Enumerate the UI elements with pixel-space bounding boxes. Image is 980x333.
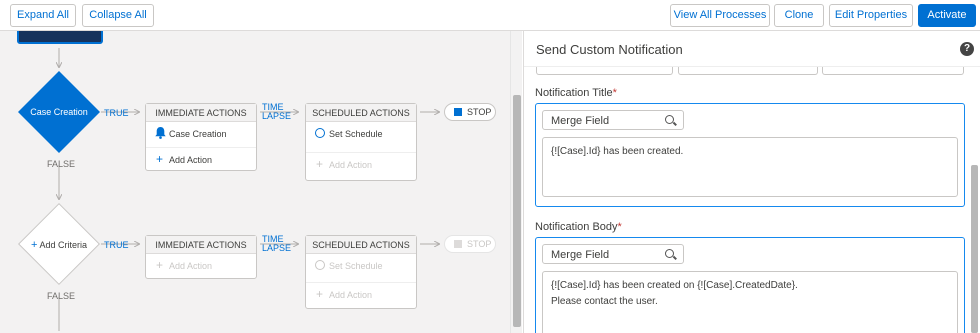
collapse-all-button[interactable]: Collapse All — [82, 4, 154, 27]
connector-lines — [0, 48, 510, 331]
notification-body-label: Notification Body* — [535, 221, 622, 233]
true-label: TRUE — [104, 108, 129, 118]
clone-button[interactable]: Clone — [774, 4, 824, 27]
search-icon — [665, 249, 674, 258]
canvas-scrollbar[interactable] — [510, 31, 522, 333]
scheduled-actions-card: SCHEDULED ACTIONS Set Schedule + Add Act… — [305, 235, 417, 309]
scrollbar-thumb[interactable] — [971, 165, 978, 333]
panel-header: Send Custom Notification — [524, 31, 980, 67]
scheduled-actions-card: SCHEDULED ACTIONS Set Schedule + Add Act… — [305, 103, 417, 181]
stop-icon — [454, 108, 462, 116]
panel-scrollbar[interactable] — [968, 31, 980, 333]
true-label: TRUE — [104, 240, 129, 250]
merge-field-picker[interactable]: Merge Field — [542, 110, 684, 130]
add-action-link[interactable]: + Add Action — [146, 147, 256, 171]
notification-title-input[interactable]: {![Case].Id} has been created. — [542, 137, 958, 197]
add-action-link[interactable]: + Add Action — [146, 254, 256, 278]
add-action-link[interactable]: + Add Action — [306, 282, 416, 306]
notification-title-label: Notification Title* — [535, 87, 617, 99]
card-header: IMMEDIATE ACTIONS — [146, 236, 256, 254]
search-icon — [665, 115, 674, 124]
notification-body-field: Merge Field {![Case].Id} has been create… — [535, 237, 965, 333]
false-label: FALSE — [47, 291, 76, 301]
stop-node[interactable]: STOP — [444, 235, 496, 253]
immediate-actions-card: IMMEDIATE ACTIONS + Add Action — [145, 235, 257, 279]
set-schedule-link[interactable]: Set Schedule — [306, 122, 416, 146]
add-criteria-label[interactable]: + Add Criteria — [22, 239, 96, 251]
stop-icon — [454, 240, 462, 248]
process-canvas: Case Creation TRUE FALSE IMMEDIATE ACTIO… — [0, 31, 510, 333]
clock-icon — [315, 128, 325, 138]
field-stub[interactable] — [822, 67, 964, 75]
clock-icon — [315, 260, 325, 270]
field-stub[interactable] — [678, 67, 818, 75]
add-action-link[interactable]: + Add Action — [306, 152, 416, 176]
immediate-actions-card: IMMEDIATE ACTIONS Case Creation + Add Ac… — [145, 103, 257, 171]
card-header: SCHEDULED ACTIONS — [306, 104, 416, 122]
expand-all-button[interactable]: Expand All — [10, 4, 76, 27]
action-properties-panel: Send Custom Notification ? Notification … — [523, 31, 980, 333]
action-case-creation[interactable]: Case Creation — [146, 122, 256, 146]
notification-title-field: Merge Field {![Case].Id} has been create… — [535, 103, 965, 207]
scrollbar-thumb[interactable] — [513, 95, 521, 327]
activate-button[interactable]: Activate — [918, 4, 976, 27]
edit-properties-button[interactable]: Edit Properties — [829, 4, 913, 27]
plus-icon: + — [156, 152, 164, 166]
plus-icon: + — [316, 157, 324, 171]
view-all-processes-button[interactable]: View All Processes — [670, 4, 770, 27]
bell-icon — [155, 127, 166, 139]
time-lapse-label: TIME LAPSE — [262, 234, 292, 253]
toolbar: Expand All Collapse All View All Process… — [0, 0, 980, 31]
set-schedule-link[interactable]: Set Schedule — [306, 254, 416, 278]
criteria-label: Case Creation — [30, 107, 88, 117]
notification-body-input[interactable]: {![Case].Id} has been created on {![Case… — [542, 271, 958, 333]
time-lapse-label: TIME LAPSE — [262, 102, 292, 121]
stop-node[interactable]: STOP — [444, 103, 496, 121]
card-header: SCHEDULED ACTIONS — [306, 236, 416, 254]
plus-icon: + — [31, 239, 38, 251]
plus-icon: + — [156, 258, 164, 272]
false-label: FALSE — [47, 159, 76, 169]
merge-field-picker[interactable]: Merge Field — [542, 244, 684, 264]
card-header: IMMEDIATE ACTIONS — [146, 104, 256, 122]
panel-title: Send Custom Notification — [536, 42, 683, 57]
field-stub[interactable] — [536, 67, 673, 75]
plus-icon: + — [316, 287, 324, 301]
start-node[interactable] — [17, 31, 103, 44]
